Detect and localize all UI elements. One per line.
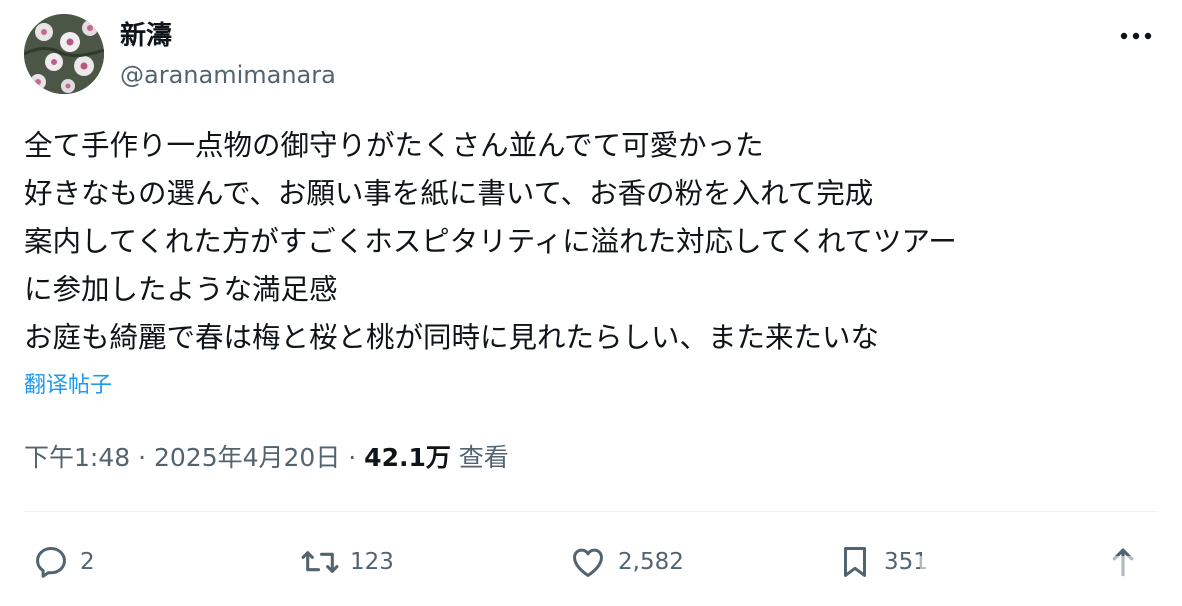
tweet-line: お庭も綺麗で春は梅と桜と桃が同時に見れたらしい、また来たいな: [24, 321, 880, 354]
author-handle[interactable]: @aranamimanara: [120, 60, 336, 90]
separator: ·: [340, 443, 365, 472]
flower-photo-icon: [24, 14, 104, 94]
tweet-line: 案内してくれた方がすごくホスピタリティに溢れた対応してくれてツアー: [24, 225, 957, 258]
tweet-meta: 下午1:48 · 2025年4月20日 · 42.1万 查看: [24, 440, 509, 476]
translate-post-link[interactable]: 翻译帖子: [24, 370, 112, 402]
tweet-line: に参加したような満足感: [24, 273, 338, 306]
separator: ·: [130, 443, 154, 472]
bookmark-icon: [843, 547, 867, 577]
reply-count: 2: [80, 549, 95, 575]
repost-icon: [301, 551, 339, 573]
bookmark-button[interactable]: 351: [836, 540, 928, 584]
views-count: 42.1万: [364, 443, 451, 472]
reply-icon: [36, 547, 66, 578]
post-time[interactable]: 下午1:48: [24, 443, 130, 472]
divider: [24, 511, 1158, 512]
like-button[interactable]: 2,582: [568, 540, 684, 584]
tweet-text: 全て手作り一点物の御守りがたくさん並んでて可愛かった 好きなもの選んで、お願い事…: [24, 122, 1154, 362]
repost-count: 123: [350, 549, 394, 575]
heart-icon: [573, 548, 603, 577]
post-date[interactable]: 2025年4月20日: [154, 443, 340, 472]
reply-button[interactable]: 2: [32, 540, 95, 584]
like-count: 2,582: [618, 549, 684, 575]
author-display-name[interactable]: 新濤: [120, 20, 172, 52]
tweet-line: 全て手作り一点物の御守りがたくさん並んでて可愛かった: [24, 129, 764, 162]
repost-button[interactable]: 123: [300, 540, 394, 584]
views-label: 查看: [450, 443, 509, 472]
watermark-overlay: [920, 556, 1170, 590]
avatar[interactable]: [24, 14, 104, 94]
more-horizontal-icon: [1120, 32, 1152, 40]
more-options-button[interactable]: [1114, 24, 1158, 48]
tweet-line: 好きなもの選んで、お願い事を紙に書いて、お香の粉を入れて完成: [24, 177, 874, 210]
